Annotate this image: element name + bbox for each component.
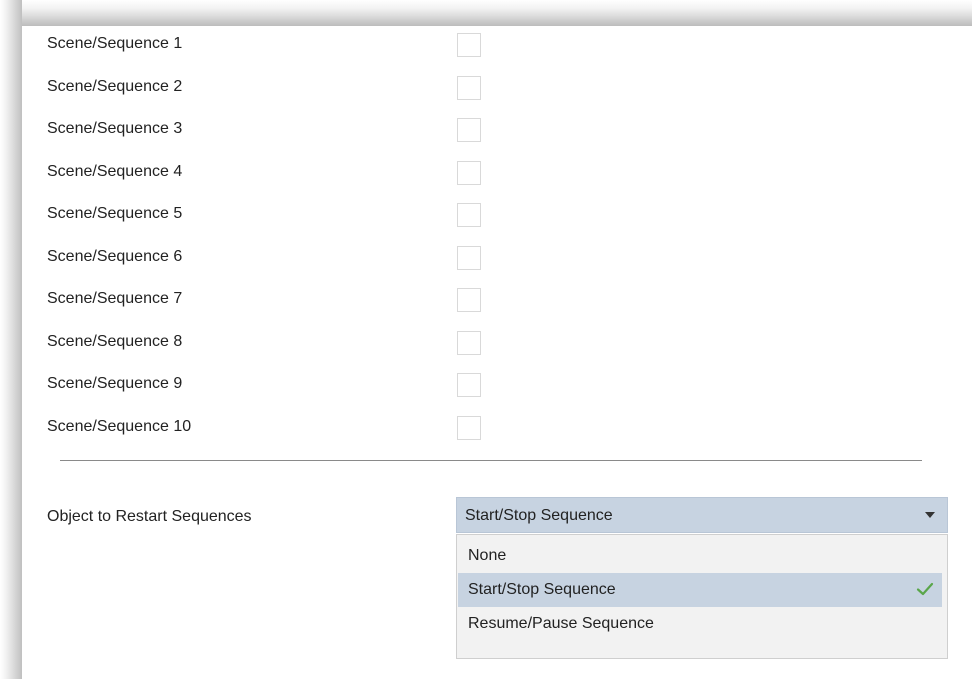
scene-row-6: Scene/Sequence 6 [22,239,972,281]
scene-row-3: Scene/Sequence 3 [22,111,972,153]
scene-row-8: Scene/Sequence 8 [22,324,972,366]
scene-label-8: Scene/Sequence 8 [47,333,183,350]
scene-row-4: Scene/Sequence 4 [22,154,972,196]
menu-option-start-stop[interactable]: Start/Stop Sequence [458,573,942,607]
scene-row-5: Scene/Sequence 5 [22,196,972,238]
window-shadow-top [0,0,972,26]
scene-checkbox-2[interactable] [457,76,481,100]
scene-row-9: Scene/Sequence 9 [22,366,972,408]
scene-checkbox-8[interactable] [457,331,481,355]
scene-checkbox-5[interactable] [457,203,481,227]
window-shadow-left [0,0,22,679]
scene-checkbox-6[interactable] [457,246,481,270]
scene-checkbox-4[interactable] [457,161,481,185]
menu-option-none[interactable]: None [458,539,942,573]
scene-label-10: Scene/Sequence 10 [47,418,192,435]
scene-checkbox-1[interactable] [457,33,481,57]
scene-label-1: Scene/Sequence 1 [47,35,183,52]
menu-option-label: Start/Stop Sequence [468,581,616,598]
scene-label-2: Scene/Sequence 2 [47,78,183,95]
scene-row-10: Scene/Sequence 10 [22,409,972,451]
menu-option-label: Resume/Pause Sequence [468,615,654,632]
scene-row-2: Scene/Sequence 2 [22,69,972,111]
restart-sequences-label: Object to Restart Sequences [47,508,252,525]
dropdown-menu: None Start/Stop Sequence Resume/Pause Se… [456,534,948,659]
scene-label-3: Scene/Sequence 3 [47,120,183,137]
scene-row-1: Scene/Sequence 1 [22,26,972,68]
check-icon [916,582,934,596]
scene-checkbox-10[interactable] [457,416,481,440]
parameters-panel: Scene/Sequence 1 Scene/Sequence 2 Scene/… [22,26,972,679]
scene-checkbox-9[interactable] [457,373,481,397]
scene-checkbox-3[interactable] [457,118,481,142]
chevron-down-icon [925,512,935,518]
section-divider [60,460,922,461]
dropdown-selected-value: Start/Stop Sequence [465,507,613,524]
scene-label-7: Scene/Sequence 7 [47,290,183,307]
scene-label-5: Scene/Sequence 5 [47,205,183,222]
restart-sequences-dropdown[interactable]: Start/Stop Sequence [456,497,948,533]
scene-row-7: Scene/Sequence 7 [22,281,972,323]
scene-label-4: Scene/Sequence 4 [47,163,183,180]
scene-checkbox-7[interactable] [457,288,481,312]
scene-label-6: Scene/Sequence 6 [47,248,183,265]
menu-option-label: None [468,547,507,564]
menu-option-resume-pause[interactable]: Resume/Pause Sequence [458,607,942,641]
scene-label-9: Scene/Sequence 9 [47,375,183,392]
